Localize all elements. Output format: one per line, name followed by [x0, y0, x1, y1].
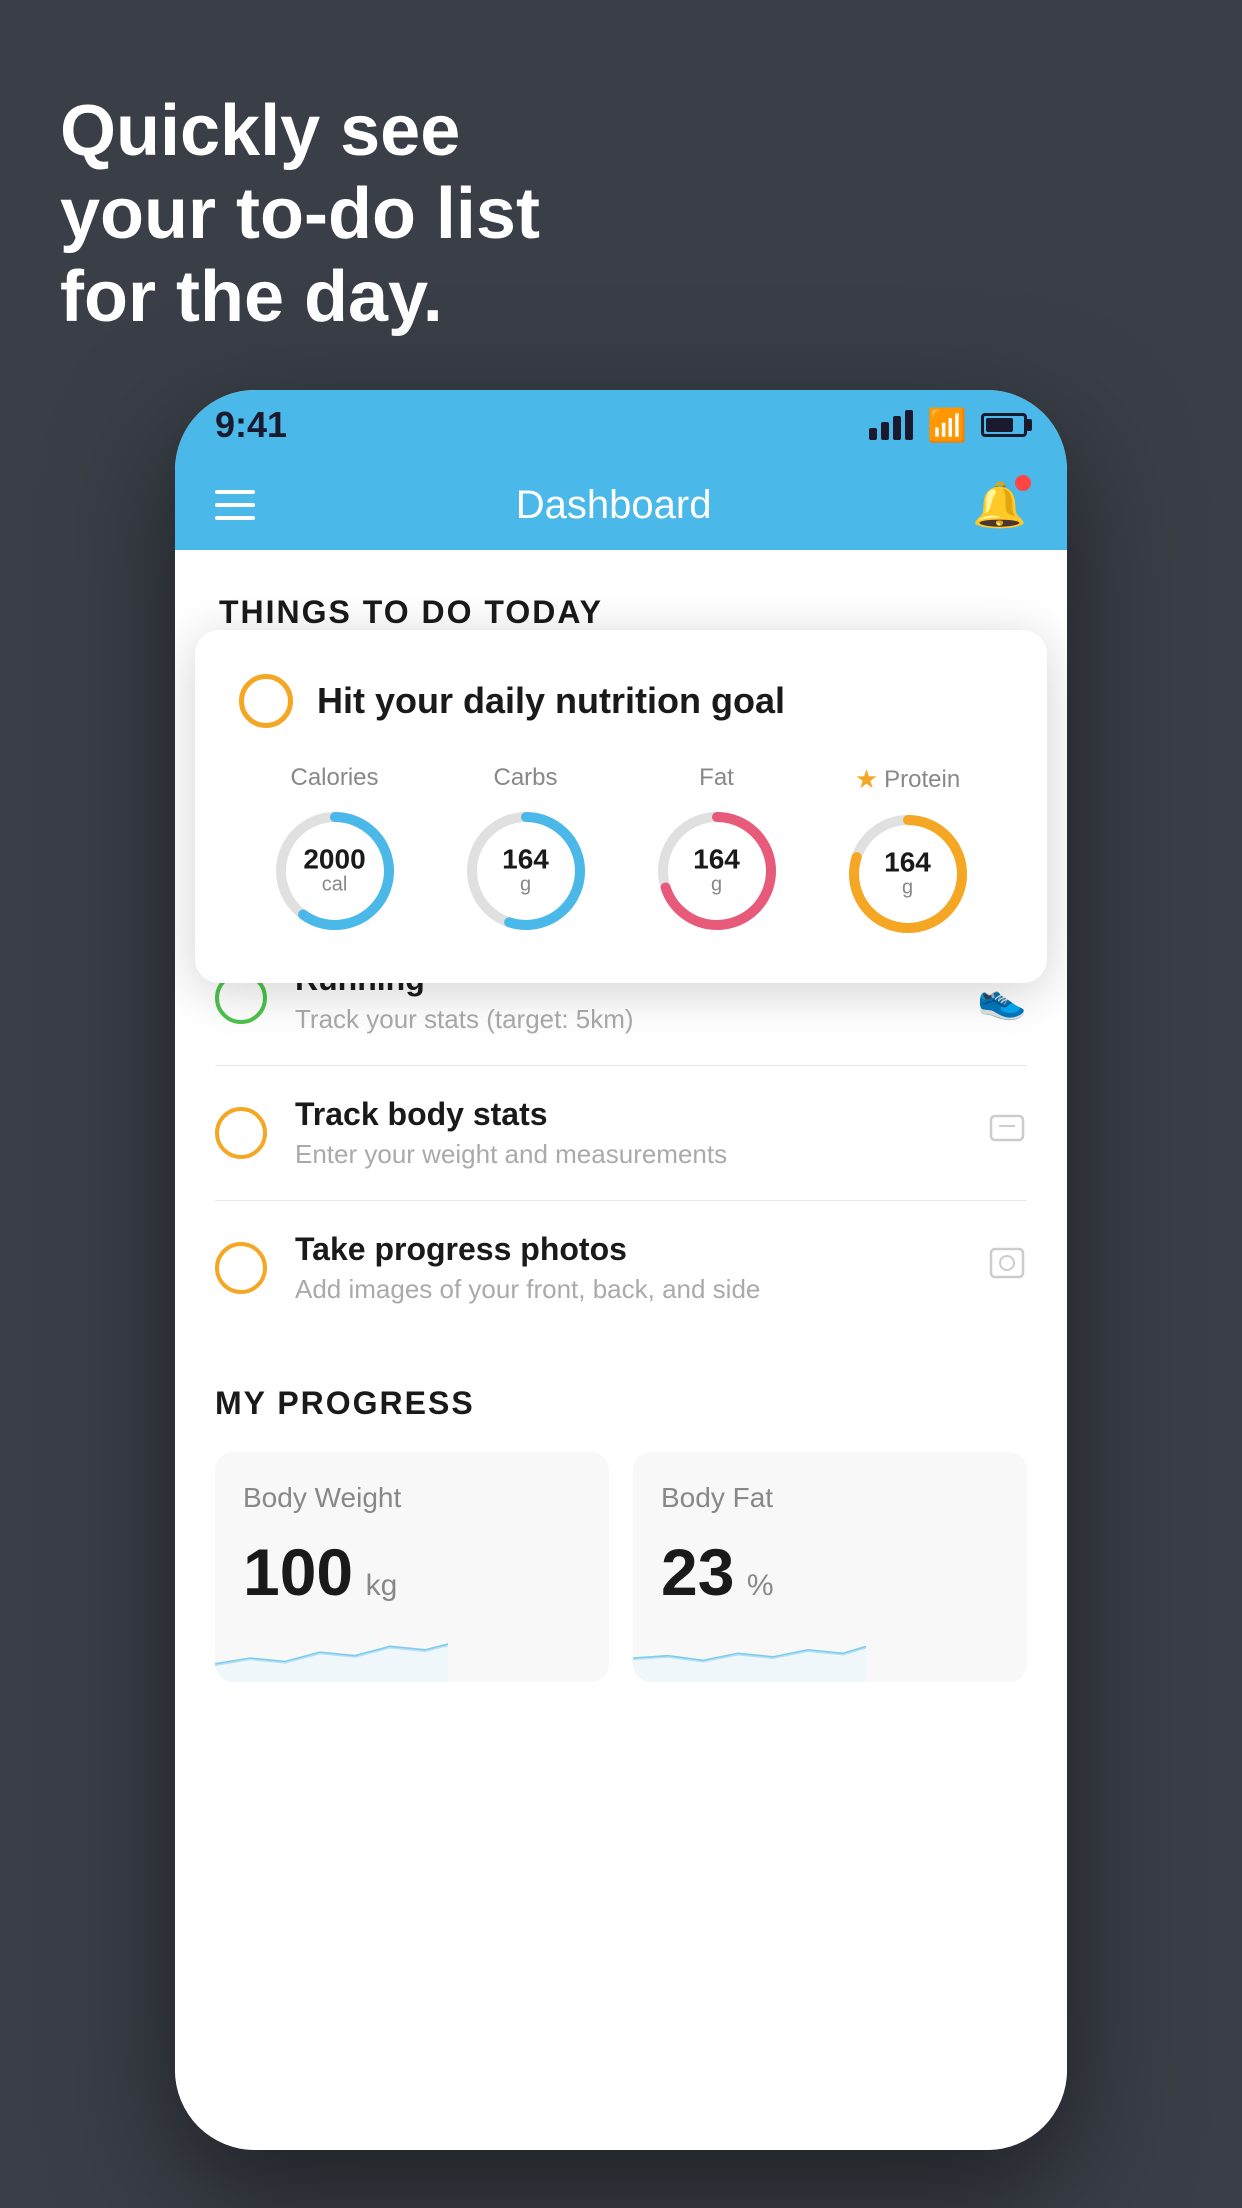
calories-label: Calories: [290, 764, 378, 792]
body-fat-card[interactable]: Body Fat 23 %: [633, 1452, 1027, 1682]
nutrition-title-row: Hit your daily nutrition goal: [239, 674, 1003, 728]
todo-body-stats-circle-icon: [215, 1107, 267, 1159]
todo-photos-circle-icon: [215, 1242, 267, 1294]
body-weight-unit: kg: [366, 1569, 398, 1602]
body-fat-sparkline: [633, 1612, 866, 1682]
todo-photos-subtitle: Add images of your front, back, and side: [295, 1274, 959, 1305]
calories-value: 2000: [303, 846, 365, 874]
calories-unit: cal: [303, 874, 365, 897]
status-bar: 9:41 📶: [175, 390, 1067, 460]
body-fat-unit: %: [747, 1569, 774, 1602]
todo-body-stats-text: Track body stats Enter your weight and m…: [295, 1096, 959, 1170]
todo-list: Running Track your stats (target: 5km) 👟…: [175, 931, 1067, 1335]
carbs-unit: g: [502, 874, 549, 897]
stat-carbs: Carbs 164 g: [461, 764, 591, 936]
status-icons: 📶: [869, 406, 1027, 444]
body-fat-card-title: Body Fat: [661, 1482, 999, 1514]
scale-icon: [987, 1108, 1027, 1158]
headline-line3: for the day.: [60, 256, 540, 339]
fat-unit: g: [693, 874, 740, 897]
protein-label-row: ★ Protein: [855, 764, 960, 795]
person-photo-icon: [987, 1243, 1027, 1293]
fat-ring: 164 g: [652, 806, 782, 936]
nutrition-card: Hit your daily nutrition goal Calories 2…: [195, 630, 1047, 983]
phone-frame: 9:41 📶 Dashboard 🔔 THINGS TO DO TODAY: [175, 390, 1067, 2150]
protein-star-icon: ★: [855, 764, 878, 795]
todo-photos-title: Take progress photos: [295, 1231, 959, 1268]
fat-value: 164: [693, 846, 740, 874]
body-fat-value-row: 23 %: [661, 1534, 999, 1610]
todo-body-stats-title: Track body stats: [295, 1096, 959, 1133]
status-time: 9:41: [215, 404, 287, 446]
stat-calories: Calories 2000 cal: [270, 764, 400, 936]
headline-line2: your to-do list: [60, 173, 540, 256]
headline: Quickly see your to-do list for the day.: [60, 90, 540, 338]
progress-header: MY PROGRESS: [215, 1385, 1027, 1422]
notification-bell-icon[interactable]: 🔔: [972, 479, 1027, 531]
body-weight-card-title: Body Weight: [243, 1482, 581, 1514]
nutrition-stats: Calories 2000 cal Carbs: [239, 764, 1003, 939]
body-weight-value-row: 100 kg: [243, 1534, 581, 1610]
body-weight-value: 100: [243, 1534, 353, 1610]
signal-icon: [869, 410, 913, 440]
body-fat-value: 23: [661, 1534, 734, 1610]
hamburger-menu[interactable]: [215, 490, 255, 520]
protein-unit: g: [884, 877, 931, 900]
progress-cards: Body Weight 100 kg Body Fat 23 %: [215, 1452, 1027, 1682]
todo-photos-text: Take progress photos Add images of your …: [295, 1231, 959, 1305]
body-weight-card[interactable]: Body Weight 100 kg: [215, 1452, 609, 1682]
body-weight-sparkline: [215, 1612, 448, 1682]
fat-label: Fat: [699, 764, 734, 792]
todo-body-stats[interactable]: Track body stats Enter your weight and m…: [215, 1066, 1027, 1201]
calories-ring: 2000 cal: [270, 806, 400, 936]
nutrition-title: Hit your daily nutrition goal: [317, 680, 785, 722]
battery-icon: [981, 413, 1027, 437]
protein-ring: 164 g: [843, 809, 973, 939]
carbs-value: 164: [502, 846, 549, 874]
carbs-ring: 164 g: [461, 806, 591, 936]
headline-line1: Quickly see: [60, 90, 540, 173]
todo-progress-photos[interactable]: Take progress photos Add images of your …: [215, 1201, 1027, 1335]
stat-fat: Fat 164 g: [652, 764, 782, 936]
stat-protein: ★ Protein 164 g: [843, 764, 973, 939]
protein-label: Protein: [884, 766, 960, 794]
nutrition-circle-icon: [239, 674, 293, 728]
notification-dot: [1015, 475, 1031, 491]
content-area: THINGS TO DO TODAY Hit your daily nutrit…: [175, 550, 1067, 2150]
carbs-label: Carbs: [493, 764, 557, 792]
protein-value: 164: [884, 849, 931, 877]
wifi-icon: 📶: [927, 406, 967, 444]
todo-body-stats-subtitle: Enter your weight and measurements: [295, 1139, 959, 1170]
progress-section: MY PROGRESS Body Weight 100 kg: [175, 1335, 1067, 1682]
nav-bar: Dashboard 🔔: [175, 460, 1067, 550]
nav-title: Dashboard: [516, 483, 712, 528]
todo-running-subtitle: Track your stats (target: 5km): [295, 1004, 949, 1035]
